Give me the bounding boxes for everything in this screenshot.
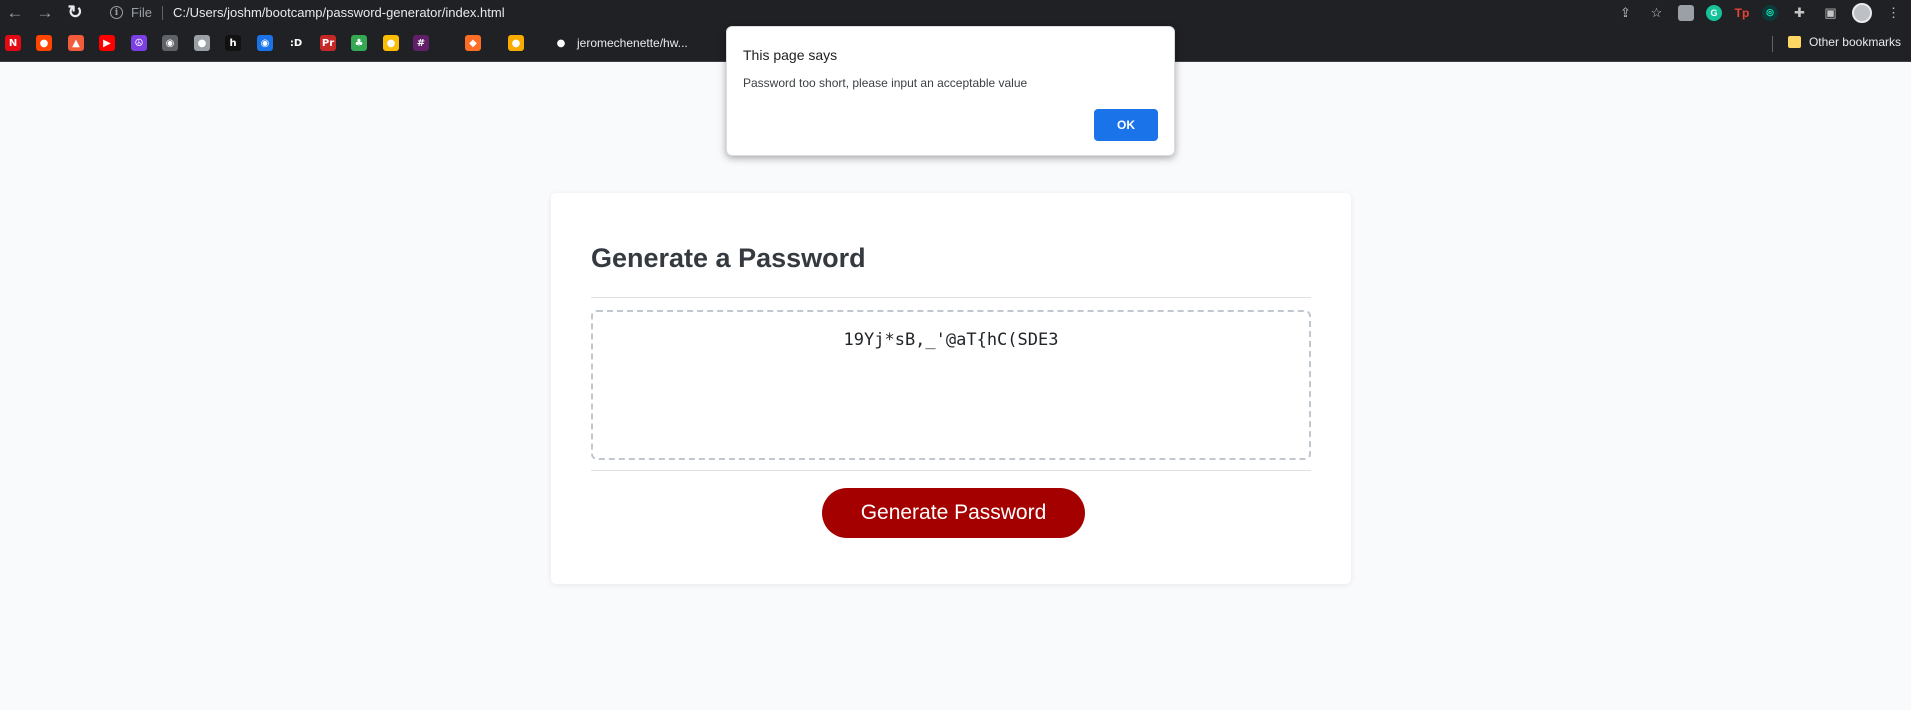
globe-icon[interactable]: ◉ <box>162 35 178 51</box>
d-icon[interactable]: :D <box>288 35 304 51</box>
card-title: Generate a Password <box>591 243 866 273</box>
address-divider <box>161 5 163 20</box>
chrome-icon[interactable]: ◉ <box>257 35 273 51</box>
folder-icon <box>1787 36 1801 48</box>
header-divider <box>591 297 1311 298</box>
bookmark-red-icon[interactable]: ▲ <box>68 35 84 51</box>
grammarly-icon[interactable]: G <box>1706 4 1722 21</box>
gitlab-icon[interactable]: ◆ <box>465 35 481 51</box>
ok-button[interactable]: OK <box>1094 109 1158 141</box>
browser-toolbar: ← → ↻ i File C:/Users/joshm/bootcamp/pas… <box>0 0 1911 25</box>
h-icon[interactable]: h <box>225 35 241 51</box>
peace-icon[interactable]: ☮ <box>131 35 147 51</box>
dialog-message: Password too short, please input an acce… <box>743 76 1028 90</box>
netflix-icon[interactable]: N <box>5 35 21 51</box>
back-button[interactable]: ← <box>0 0 30 25</box>
password-textarea[interactable]: 19Yj*sB,_'@aT{hC(SDE3 <box>591 310 1311 460</box>
puzzle-icon[interactable]: ✚ <box>1790 3 1809 22</box>
dialog-title: This page says <box>743 47 838 63</box>
target-extension-icon[interactable]: ◎ <box>1762 4 1778 21</box>
arrow-right-icon: → <box>36 2 54 22</box>
side-panel-icon[interactable]: ▣ <box>1821 3 1840 22</box>
arrow-left-icon: ← <box>6 2 24 22</box>
share-icon[interactable]: ⇪ <box>1616 3 1635 22</box>
footer-divider <box>591 470 1311 471</box>
generator-card: Generate a Password 19Yj*sB,_'@aT{hC(SDE… <box>551 193 1351 584</box>
url-text[interactable]: C:/Users/joshm/bootcamp/password-generat… <box>173 5 505 20</box>
yellow-round-icon[interactable]: ● <box>508 35 524 51</box>
other-bookmarks[interactable]: Other bookmarks <box>1787 35 1901 49</box>
other-bookmarks-label: Other bookmarks <box>1808 35 1901 49</box>
apple-icon[interactable]: ● <box>194 35 210 51</box>
toolbar-actions: ⇪ ☆ G Tp ◎ ✚ ▣ ⋮ <box>1616 0 1903 25</box>
alert-dialog: This page says Password too short, pleas… <box>726 26 1175 156</box>
address-bar[interactable]: i File C:/Users/joshm/bootcamp/password-… <box>110 0 505 25</box>
info-icon[interactable]: i <box>110 6 123 19</box>
forward-button[interactable]: → <box>30 0 60 25</box>
kebab-menu-icon[interactable]: ⋮ <box>1884 3 1903 22</box>
generate-password-button[interactable]: Generate Password <box>822 488 1085 538</box>
coin-icon[interactable]: ● <box>383 35 399 51</box>
github-icon[interactable]: ● <box>553 35 569 51</box>
scheme-label: File <box>131 5 152 20</box>
tp-extension-icon[interactable]: Tp <box>1734 5 1750 21</box>
slack-icon[interactable]: # <box>413 35 429 51</box>
reload-icon: ↻ <box>67 2 83 22</box>
tree-icon[interactable]: ♣ <box>351 35 367 51</box>
star-icon[interactable]: ☆ <box>1647 3 1666 22</box>
reddit-icon[interactable]: ● <box>36 35 52 51</box>
profile-avatar[interactable] <box>1852 2 1872 23</box>
bookmarks-divider <box>1772 36 1773 52</box>
extension-gray-icon[interactable] <box>1678 4 1694 21</box>
bookmark-text-item[interactable]: jeromechenette/hw... <box>577 36 688 50</box>
youtube-icon[interactable]: ▶ <box>99 35 115 51</box>
pr-icon[interactable]: Pr <box>320 35 336 51</box>
reload-button[interactable]: ↻ <box>60 0 90 25</box>
